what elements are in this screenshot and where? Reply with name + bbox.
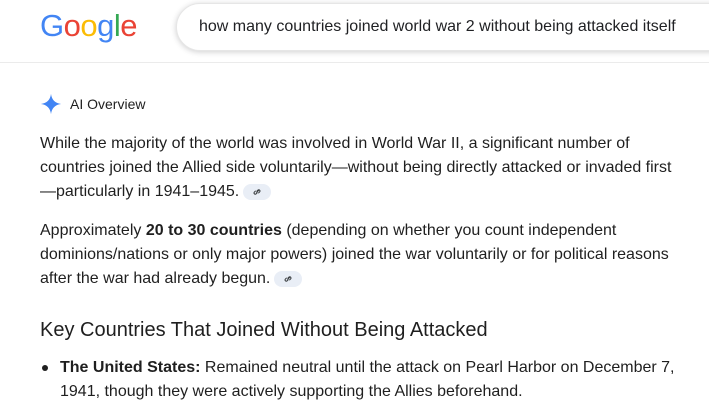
logo-letter: e bbox=[120, 8, 138, 43]
bullet-label: The United States: bbox=[60, 359, 201, 376]
search-header: Google how many countries joined world w… bbox=[0, 0, 709, 63]
source-link-chip[interactable] bbox=[243, 184, 272, 200]
overview-paragraph-2: Approximately 20 to 30 countries (depend… bbox=[40, 219, 680, 291]
ai-overview-title: AI Overview bbox=[70, 96, 146, 112]
section-heading: Key Countries That Joined Without Being … bbox=[40, 319, 488, 341]
link-icon bbox=[284, 276, 292, 282]
search-results-page: Google how many countries joined world w… bbox=[0, 0, 709, 415]
ai-overview-header: AI Overview bbox=[40, 92, 145, 116]
link-icon bbox=[253, 189, 261, 195]
logo-letter: o bbox=[80, 8, 98, 43]
paragraph-2-bold: 20 to 30 countries bbox=[145, 222, 282, 239]
logo-letter: g bbox=[97, 8, 114, 43]
overview-paragraph-1: While the majority of the world was invo… bbox=[40, 132, 680, 204]
paragraph-1-text: While the majority of the world was invo… bbox=[40, 135, 672, 200]
source-link-chip[interactable] bbox=[274, 271, 303, 287]
search-input[interactable]: how many countries joined world war 2 wi… bbox=[199, 18, 676, 36]
bullet-dot bbox=[42, 365, 48, 371]
search-box[interactable]: how many countries joined world war 2 wi… bbox=[176, 3, 709, 51]
bullet-list: The United States: Remained neutral unti… bbox=[40, 356, 680, 404]
list-item: The United States: Remained neutral unti… bbox=[40, 356, 680, 404]
paragraph-2-prefix: Approximately bbox=[40, 222, 146, 239]
google-logo[interactable]: Google bbox=[40, 8, 138, 44]
logo-letter: o bbox=[63, 8, 81, 43]
ai-sparkle-icon bbox=[40, 93, 62, 115]
logo-letter: G bbox=[40, 8, 64, 43]
